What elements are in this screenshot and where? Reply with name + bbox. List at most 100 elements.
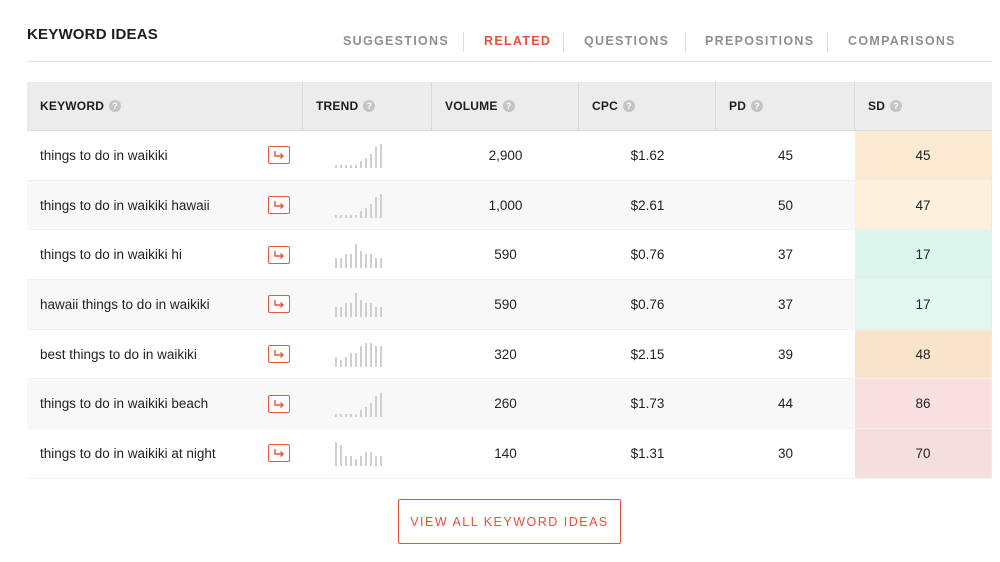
cpc-cell: $1.31 bbox=[630, 445, 665, 461]
trend-bar bbox=[335, 165, 337, 169]
column-header-keyword[interactable]: KEYWORD ? bbox=[27, 82, 303, 130]
trend-bar bbox=[365, 253, 367, 268]
trend-sparkline bbox=[335, 291, 382, 318]
sd-cell: 17 bbox=[855, 280, 992, 329]
volume-cell: 1,000 bbox=[488, 197, 523, 213]
trend-sparkline bbox=[335, 440, 382, 467]
tab-divider bbox=[563, 32, 564, 52]
tab-comparisons[interactable]: COMPARISONS bbox=[848, 34, 956, 48]
open-keyword-icon[interactable] bbox=[268, 245, 290, 264]
trend-bar bbox=[350, 303, 352, 318]
trend-bar bbox=[345, 413, 347, 417]
open-keyword-icon[interactable] bbox=[268, 444, 290, 463]
trend-bar bbox=[350, 215, 352, 219]
tab-prepositions[interactable]: PREPOSITIONS bbox=[705, 34, 814, 48]
trend-bar bbox=[340, 257, 342, 268]
trend-bar bbox=[360, 456, 362, 467]
trend-bar bbox=[360, 300, 362, 318]
column-header-sd[interactable]: SD ? bbox=[855, 82, 992, 130]
trend-bar bbox=[380, 144, 382, 169]
pd-cell: 44 bbox=[777, 396, 794, 412]
volume-cell: 590 bbox=[494, 247, 517, 263]
cpc-cell: $0.76 bbox=[630, 296, 665, 312]
trend-bar bbox=[345, 357, 347, 368]
open-keyword-icon[interactable] bbox=[268, 345, 290, 364]
cpc-cell: $2.61 bbox=[630, 197, 665, 213]
cpc-cell: $0.76 bbox=[630, 247, 665, 263]
table-row: things to do in waikiki at night 140 $1.… bbox=[27, 429, 992, 479]
trend-bar bbox=[365, 406, 367, 417]
trend-bar bbox=[345, 165, 347, 169]
keyword-text[interactable]: best things to do in waikiki bbox=[40, 347, 197, 362]
trend-bar bbox=[380, 456, 382, 467]
table-row: things to do in waikiki 2,900 $1.62 45 4… bbox=[27, 131, 992, 181]
trend-sparkline bbox=[335, 242, 382, 268]
help-icon[interactable]: ? bbox=[363, 100, 376, 112]
help-icon[interactable]: ? bbox=[751, 100, 764, 112]
column-label: CPC bbox=[592, 99, 618, 113]
column-header-cpc[interactable]: CPC ? bbox=[579, 82, 716, 130]
tab-divider bbox=[685, 32, 686, 52]
trend-sparkline bbox=[335, 391, 382, 417]
trend-bar bbox=[375, 307, 377, 318]
help-icon[interactable]: ? bbox=[502, 100, 515, 112]
tab-related[interactable]: RELATED bbox=[484, 34, 551, 48]
keyword-cell: hawaii things to do in waikiki bbox=[27, 280, 303, 329]
column-header-volume[interactable]: VOLUME ? bbox=[432, 82, 579, 130]
volume-cell: 590 bbox=[494, 296, 517, 312]
tab-questions[interactable]: QUESTIONS bbox=[584, 34, 669, 48]
trend-bar bbox=[345, 215, 347, 219]
table-row: hawaii things to do in waikiki 590 $0.76… bbox=[27, 280, 992, 330]
trend-bar bbox=[370, 402, 372, 417]
trend-bar bbox=[335, 413, 337, 417]
keyword-text[interactable]: things to do in waikiki at night bbox=[40, 446, 216, 461]
sd-cell: 17 bbox=[855, 230, 992, 280]
trend-bar bbox=[335, 215, 337, 219]
keyword-text[interactable]: things to do in waikiki beach bbox=[40, 396, 208, 411]
trend-cell bbox=[303, 330, 432, 379]
trend-cell bbox=[303, 181, 432, 230]
column-header-pd[interactable]: PD ? bbox=[716, 82, 855, 130]
help-icon[interactable]: ? bbox=[890, 100, 903, 112]
trend-bar bbox=[370, 253, 372, 268]
trend-bar bbox=[365, 303, 367, 318]
table-row: things to do in waikiki hawaii 1,000 $2.… bbox=[27, 180, 992, 231]
trend-bar bbox=[370, 204, 372, 219]
trend-bar bbox=[340, 445, 342, 467]
tab-suggestions[interactable]: SUGGESTIONS bbox=[343, 34, 449, 48]
column-label: VOLUME bbox=[445, 99, 498, 113]
help-icon[interactable]: ? bbox=[109, 100, 122, 112]
trend-bar bbox=[365, 158, 367, 169]
trend-bar bbox=[355, 459, 357, 467]
column-label: SD bbox=[868, 99, 886, 113]
open-keyword-icon[interactable] bbox=[268, 196, 290, 215]
keyword-cell: things to do in waikiki beach bbox=[27, 379, 303, 428]
keyword-text[interactable]: things to do in waikiki hawaii bbox=[40, 198, 210, 213]
keyword-cell: things to do in waikiki hi bbox=[27, 230, 303, 279]
table-row: things to do in waikiki beach 260 $1.73 … bbox=[27, 379, 992, 430]
trend-bar bbox=[350, 165, 352, 169]
cpc-cell: $1.73 bbox=[630, 396, 665, 412]
open-keyword-icon[interactable] bbox=[268, 295, 290, 314]
view-all-keyword-ideas-button[interactable]: VIEW ALL KEYWORD IDEAS bbox=[398, 499, 621, 544]
trend-bar bbox=[345, 303, 347, 318]
column-header-trend[interactable]: TREND ? bbox=[303, 82, 432, 130]
trend-bar bbox=[340, 165, 342, 169]
trend-bar bbox=[340, 413, 342, 417]
keyword-table: KEYWORD ? TREND ? VOLUME ? CPC ? PD ? SD… bbox=[27, 82, 992, 479]
trend-bar bbox=[375, 257, 377, 268]
open-keyword-icon[interactable] bbox=[268, 146, 290, 165]
trend-bar bbox=[345, 253, 347, 268]
pd-cell: 39 bbox=[777, 346, 794, 362]
trend-cell bbox=[303, 280, 432, 329]
keyword-text[interactable]: hawaii things to do in waikiki bbox=[40, 297, 210, 312]
keyword-text[interactable]: things to do in waikiki bbox=[40, 148, 168, 163]
trend-cell bbox=[303, 379, 432, 428]
open-keyword-icon[interactable] bbox=[268, 394, 290, 413]
keyword-text[interactable]: things to do in waikiki hi bbox=[40, 247, 182, 262]
trend-bar bbox=[370, 303, 372, 318]
trend-bar bbox=[340, 307, 342, 318]
trend-bar bbox=[360, 161, 362, 169]
help-icon[interactable]: ? bbox=[622, 100, 635, 112]
pd-cell: 30 bbox=[777, 445, 794, 461]
